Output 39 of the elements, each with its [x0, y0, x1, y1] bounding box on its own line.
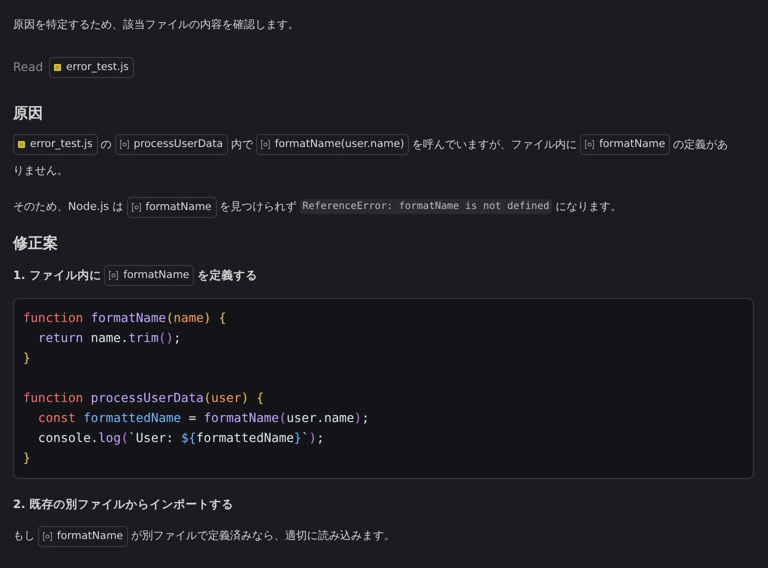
- file-chip[interactable]: error_test.js: [49, 57, 134, 78]
- symbol-icon: [132, 202, 140, 212]
- symbol-icon: [260, 140, 270, 150]
- text: を呼んでいますが、ファイル内に: [412, 138, 578, 151]
- code-line: return name.trim();: [37, 329, 182, 348]
- symbol-icon: [585, 140, 594, 150]
- text: 2. 既存の別ファイルからインポートする: [13, 497, 234, 512]
- code-line: console.log(`User: ${formattedName}`);: [37, 429, 324, 448]
- text: もし: [13, 529, 35, 542]
- text: 修正案: [13, 234, 58, 252]
- symbol-icon: [109, 271, 118, 280]
- text: の定義があ: [673, 138, 728, 151]
- symbol-chip[interactable]: formatName: [126, 196, 217, 218]
- text: そのため、Node.js は: [13, 200, 124, 214]
- symbol-chip[interactable]: formatName(user.name): [256, 134, 410, 156]
- text: が別ファイルで定義済みなら、適切に読み込みます。: [131, 529, 396, 542]
- text: 内で: [230, 138, 253, 151]
- symbol-icon: [43, 532, 52, 540]
- text: 1. ファイル内に: [13, 268, 102, 282]
- inline-code: ReferenceError: formatName is not defined: [300, 199, 552, 214]
- code-line: function formatName(name) {: [23, 309, 226, 328]
- text: を定義する: [197, 268, 258, 282]
- symbol-chip[interactable]: formatName: [580, 134, 670, 156]
- code-line: }: [23, 449, 31, 468]
- symbol-chip[interactable]: formatName: [38, 526, 128, 546]
- file-chip[interactable]: error_test.js: [13, 134, 98, 156]
- read-label: Read: [13, 60, 44, 74]
- symbol-chip[interactable]: processUserData: [114, 134, 228, 156]
- symbol-icon: [120, 140, 129, 150]
- text: の: [100, 138, 112, 151]
- code-line: const formattedName = formatName(user.name);: [37, 409, 370, 428]
- code-line: function processUserData(user) {: [23, 389, 264, 408]
- code-line: }: [23, 349, 31, 368]
- text: 原因を特定するため、該当ファイルの内容を確認します。: [13, 18, 299, 31]
- text: 原因: [13, 104, 43, 122]
- text: りません。: [13, 164, 68, 177]
- text: になります。: [555, 200, 622, 214]
- symbol-chip[interactable]: formatName: [104, 265, 194, 286]
- text: を見つけられず: [220, 200, 297, 214]
